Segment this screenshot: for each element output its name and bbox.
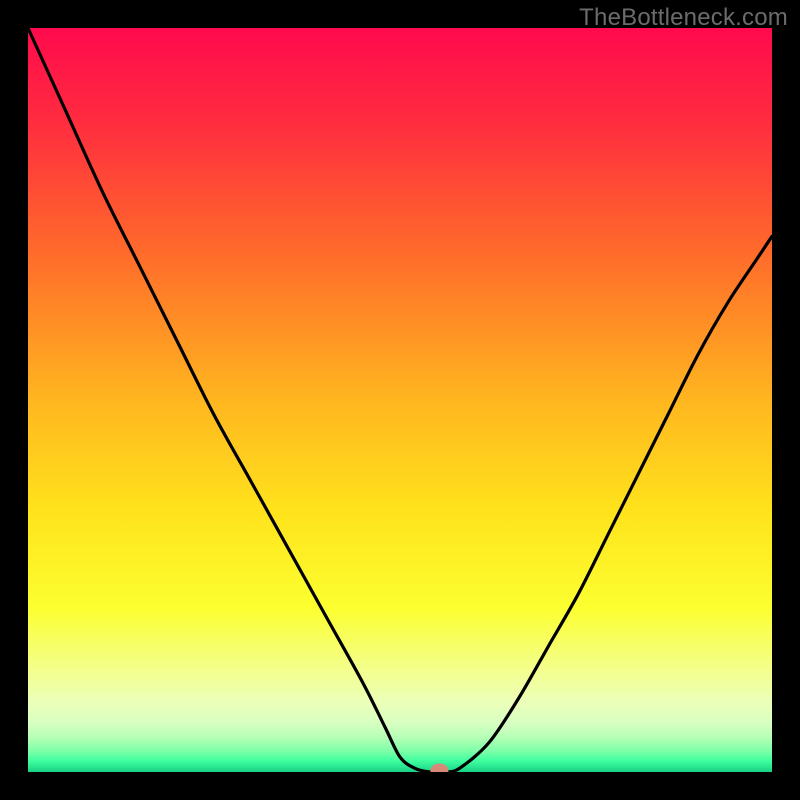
bottleneck-curve <box>28 28 772 772</box>
chart-frame: TheBottleneck.com <box>0 0 800 800</box>
plot-area <box>28 28 772 772</box>
watermark-label: TheBottleneck.com <box>579 4 788 32</box>
optimal-point-marker <box>430 764 448 772</box>
